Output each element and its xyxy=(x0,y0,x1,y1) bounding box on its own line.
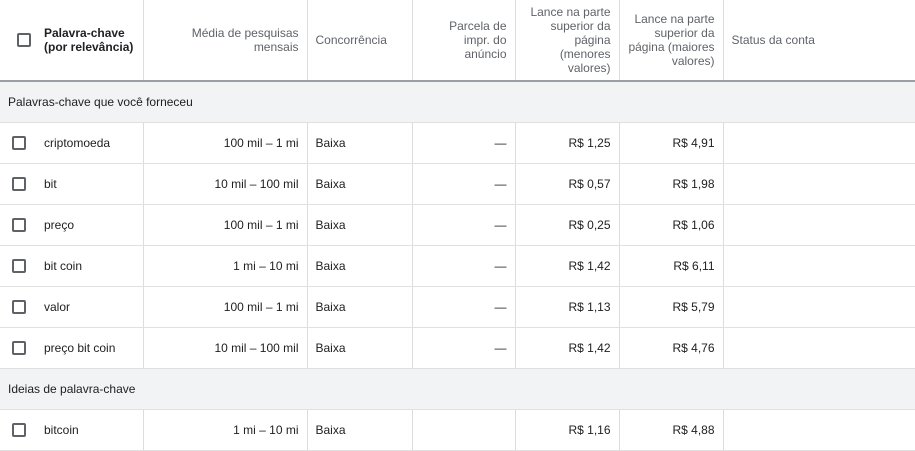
bid-low-cell: R$ 1,16 xyxy=(515,409,620,451)
header-competition[interactable]: Concorrência xyxy=(307,0,413,82)
keyword-table: Palavra-chave (por relevância) Média de … xyxy=(0,0,915,451)
bid-low-cell: R$ 1,13 xyxy=(515,286,620,328)
status-cell xyxy=(723,163,915,205)
status-cell xyxy=(723,204,915,246)
group-label: Palavras-chave que você forneceu xyxy=(0,81,915,123)
competition-cell: Baixa xyxy=(307,409,413,451)
searches-cell: 1 mi – 10 mi xyxy=(143,409,308,451)
searches-cell: 100 mil – 1 mi xyxy=(143,204,308,246)
keyword-cell: preço bit coin xyxy=(36,327,144,369)
status-cell xyxy=(723,286,915,328)
impr-share-cell: — xyxy=(412,245,516,287)
group-label: Ideias de palavra-chave xyxy=(0,368,915,410)
header-status[interactable]: Status da conta xyxy=(723,0,915,82)
group-row: Palavras-chave que você forneceu xyxy=(0,81,915,123)
searches-cell: 100 mil – 1 mi xyxy=(143,122,308,164)
select-all-cell xyxy=(0,0,36,82)
competition-cell: Baixa xyxy=(307,163,413,205)
bid-low-cell: R$ 0,25 xyxy=(515,204,620,246)
keyword-cell: bit coin xyxy=(36,245,144,287)
status-cell xyxy=(723,327,915,369)
competition-cell: Baixa xyxy=(307,327,413,369)
header-keyword[interactable]: Palavra-chave (por relevância) xyxy=(36,0,144,82)
bid-low-cell: R$ 0,57 xyxy=(515,163,620,205)
competition-cell: Baixa xyxy=(307,204,413,246)
searches-cell: 10 mil – 100 mil xyxy=(143,327,308,369)
impr-share-cell: — xyxy=(412,163,516,205)
competition-cell: Baixa xyxy=(307,286,413,328)
row-checkbox[interactable] xyxy=(12,176,26,191)
checkbox-cell xyxy=(0,163,36,205)
row-checkbox[interactable] xyxy=(12,258,26,273)
row-checkbox[interactable] xyxy=(12,217,26,232)
searches-cell: 10 mil – 100 mil xyxy=(143,163,308,205)
checkbox-cell xyxy=(0,204,36,246)
table-row: preço bit coin 10 mil – 100 mil Baixa — R$ 1… xyxy=(0,327,915,369)
row-checkbox[interactable] xyxy=(12,135,26,150)
impr-share-cell: — xyxy=(412,122,516,164)
table-row: bit coin 1 mi – 10 mi Baixa — R$ 1,42 R$ 6,11 xyxy=(0,245,915,287)
keyword-cell: valor xyxy=(36,286,144,328)
table-row: valor 100 mil – 1 mi Baixa — R$ 1,13 R$ 5,79 xyxy=(0,286,915,328)
bid-high-cell: R$ 1,06 xyxy=(619,204,724,246)
bid-high-cell: R$ 4,91 xyxy=(619,122,724,164)
keyword-cell: bitcoin xyxy=(36,409,144,451)
impr-share-cell: — xyxy=(412,204,516,246)
bid-high-cell: R$ 1,98 xyxy=(619,163,724,205)
searches-cell: 1 mi – 10 mi xyxy=(143,245,308,287)
row-checkbox[interactable] xyxy=(12,299,26,314)
header-impr-share[interactable]: Parcela de impr. do anúncio xyxy=(412,0,516,82)
bid-low-cell: R$ 1,42 xyxy=(515,245,620,287)
checkbox-cell xyxy=(0,286,36,328)
select-all-checkbox[interactable] xyxy=(17,33,31,48)
keyword-cell: criptomoeda xyxy=(36,122,144,164)
keyword-cell: bit xyxy=(36,163,144,205)
header-bid-low[interactable]: Lance na parte superior da página (menor… xyxy=(515,0,620,82)
row-checkbox[interactable] xyxy=(12,340,26,355)
checkbox-cell xyxy=(0,409,36,451)
status-cell xyxy=(723,245,915,287)
table-row: bit 10 mil – 100 mil Baixa — R$ 0,57 R$ 1,98 xyxy=(0,163,915,205)
table-row: preço 100 mil – 1 mi Baixa — R$ 0,25 R$ 1,06 xyxy=(0,204,915,246)
keyword-cell: preço xyxy=(36,204,144,246)
header-searches[interactable]: Média de pesquisas mensais xyxy=(143,0,308,82)
bid-high-cell: R$ 4,76 xyxy=(619,327,724,369)
group-row: Ideias de palavra-chave xyxy=(0,368,915,410)
bid-high-cell: R$ 4,88 xyxy=(619,409,724,451)
row-checkbox[interactable] xyxy=(12,422,26,437)
impr-share-cell: — xyxy=(412,327,516,369)
checkbox-cell xyxy=(0,327,36,369)
competition-cell: Baixa xyxy=(307,245,413,287)
table-row: bitcoin 1 mi – 10 mi Baixa R$ 1,16 R$ 4,88 xyxy=(0,409,915,451)
bid-high-cell: R$ 5,79 xyxy=(619,286,724,328)
bid-low-cell: R$ 1,42 xyxy=(515,327,620,369)
impr-share-cell: — xyxy=(412,286,516,328)
table-row: criptomoeda 100 mil – 1 mi Baixa — R$ 1,25 R$… xyxy=(0,122,915,164)
header-bid-high[interactable]: Lance na parte superior da página (maior… xyxy=(619,0,724,82)
searches-cell: 100 mil – 1 mi xyxy=(143,286,308,328)
bid-low-cell: R$ 1,25 xyxy=(515,122,620,164)
checkbox-cell xyxy=(0,245,36,287)
competition-cell: Baixa xyxy=(307,122,413,164)
impr-share-cell xyxy=(412,409,516,451)
checkbox-cell xyxy=(0,122,36,164)
status-cell xyxy=(723,122,915,164)
header-row: Palavra-chave (por relevância) Média de … xyxy=(0,0,915,82)
status-cell xyxy=(723,409,915,451)
bid-high-cell: R$ 6,11 xyxy=(619,245,724,287)
